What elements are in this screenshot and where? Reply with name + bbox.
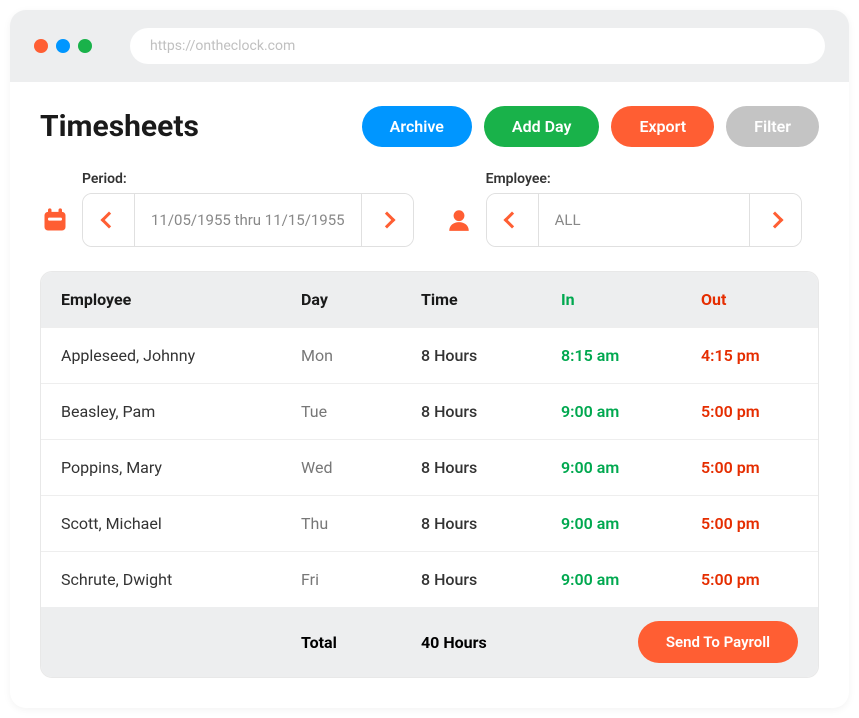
td-time: 8 Hours <box>421 458 561 477</box>
traffic-light-close[interactable] <box>34 39 48 53</box>
table-row[interactable]: Beasley, Pam Tue 8 Hours 9:00 am 5:00 pm <box>41 383 818 439</box>
td-time: 8 Hours <box>421 402 561 421</box>
th-time: Time <box>421 290 561 309</box>
table-row[interactable]: Appleseed, Johnny Mon 8 Hours 8:15 am 4:… <box>41 327 818 383</box>
browser-chrome: https://ontheclock.com <box>10 10 849 82</box>
td-day: Mon <box>301 346 421 365</box>
export-button[interactable]: Export <box>611 106 714 147</box>
chevron-left-icon <box>504 212 521 229</box>
td-time: 8 Hours <box>421 514 561 533</box>
page-content: Timesheets Archive Add Day Export Filter… <box>10 82 849 708</box>
add-day-button[interactable]: Add Day <box>484 106 600 147</box>
table-row[interactable]: Schrute, Dwight Fri 8 Hours 9:00 am 5:00… <box>41 551 818 607</box>
table-footer: Total 40 Hours Send To Payroll <box>41 607 818 677</box>
employee-label: Employee: <box>486 171 802 187</box>
td-employee: Poppins, Mary <box>61 458 301 477</box>
td-employee: Appleseed, Johnny <box>61 346 301 365</box>
td-day: Fri <box>301 570 421 589</box>
td-in: 9:00 am <box>561 402 701 421</box>
th-in: In <box>561 290 701 309</box>
total-label: Total <box>301 633 421 652</box>
table-row[interactable]: Scott, Michael Thu 8 Hours 9:00 am 5:00 … <box>41 495 818 551</box>
person-icon <box>444 205 474 235</box>
table-header: Employee Day Time In Out <box>41 272 818 327</box>
send-to-payroll-button[interactable]: Send To Payroll <box>638 621 798 663</box>
period-value[interactable]: 11/05/1955 thru 11/15/1955 <box>135 194 361 246</box>
archive-button[interactable]: Archive <box>362 106 472 147</box>
filter-button[interactable]: Filter <box>726 106 819 147</box>
th-day: Day <box>301 290 421 309</box>
td-time: 8 Hours <box>421 346 561 365</box>
td-in: 9:00 am <box>561 458 701 477</box>
page-title: Timesheets <box>40 109 199 144</box>
employee-prev-button[interactable] <box>487 194 539 246</box>
header-row: Timesheets Archive Add Day Export Filter <box>40 106 819 147</box>
traffic-light-minimize[interactable] <box>56 39 70 53</box>
period-label: Period: <box>82 171 414 187</box>
employee-value[interactable]: ALL <box>539 194 749 246</box>
calendar-icon <box>40 205 70 235</box>
th-employee: Employee <box>61 290 301 309</box>
td-day: Tue <box>301 402 421 421</box>
timesheet-table: Employee Day Time In Out Appleseed, John… <box>40 271 819 678</box>
td-out: 5:00 pm <box>701 514 798 533</box>
employee-selector: ALL <box>486 193 802 247</box>
th-out: Out <box>701 290 798 309</box>
td-out: 5:00 pm <box>701 570 798 589</box>
period-next-button[interactable] <box>361 194 413 246</box>
td-out: 5:00 pm <box>701 458 798 477</box>
td-employee: Schrute, Dwight <box>61 570 301 589</box>
td-time: 8 Hours <box>421 570 561 589</box>
chevron-right-icon <box>767 212 784 229</box>
total-value: 40 Hours <box>421 633 561 652</box>
employee-filter-group: Employee: ALL <box>444 171 802 247</box>
td-in: 8:15 am <box>561 346 701 365</box>
td-day: Thu <box>301 514 421 533</box>
td-employee: Beasley, Pam <box>61 402 301 421</box>
period-filter-group: Period: 11/05/1955 thru 11/15/1955 <box>40 171 414 247</box>
table-row[interactable]: Poppins, Mary Wed 8 Hours 9:00 am 5:00 p… <box>41 439 818 495</box>
chevron-left-icon <box>100 212 117 229</box>
app-window: https://ontheclock.com Timesheets Archiv… <box>10 10 849 708</box>
td-employee: Scott, Michael <box>61 514 301 533</box>
traffic-light-zoom[interactable] <box>78 39 92 53</box>
td-in: 9:00 am <box>561 514 701 533</box>
employee-next-button[interactable] <box>749 194 801 246</box>
td-in: 9:00 am <box>561 570 701 589</box>
td-day: Wed <box>301 458 421 477</box>
period-selector: 11/05/1955 thru 11/15/1955 <box>82 193 414 247</box>
filters-row: Period: 11/05/1955 thru 11/15/1955 Emplo… <box>40 171 819 247</box>
period-prev-button[interactable] <box>83 194 135 246</box>
td-out: 5:00 pm <box>701 402 798 421</box>
chevron-right-icon <box>379 212 396 229</box>
url-bar[interactable]: https://ontheclock.com <box>130 28 825 64</box>
td-out: 4:15 pm <box>701 346 798 365</box>
